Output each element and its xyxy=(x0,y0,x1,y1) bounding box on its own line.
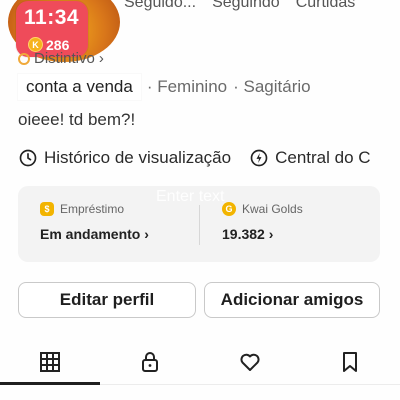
lightning-icon xyxy=(250,149,268,167)
money-bag-icon: $ xyxy=(40,202,54,216)
gold-section[interactable]: G Kwai Golds 19.382 › xyxy=(222,202,303,242)
clock-icon xyxy=(19,149,37,167)
history-link-label: Histórico de visualização xyxy=(44,148,232,167)
gold-value: 19.382 › xyxy=(222,226,274,242)
enter-text-overlay: Enter text xyxy=(156,188,225,205)
tag-gender: · Feminino xyxy=(146,77,228,96)
add-friends-button[interactable]: Adicionar amigos xyxy=(204,282,380,318)
badge-label: Distintivo xyxy=(34,50,95,67)
clock-time: 11:34 xyxy=(24,6,80,29)
profile-page: 11:34 K 286 Seguido... Seguindo Curtidas… xyxy=(0,0,400,400)
chevron-right-icon: › xyxy=(98,50,104,67)
profile-bio: oieee! td bem?! xyxy=(18,110,136,129)
gold-coin-icon: G xyxy=(222,202,236,216)
grid-icon[interactable] xyxy=(38,350,62,374)
loan-label: Empréstimo xyxy=(60,202,125,216)
loan-section[interactable]: $ Empréstimo Em andamento › xyxy=(40,202,149,242)
profile-tab-bar xyxy=(0,340,400,384)
edit-profile-button[interactable]: Editar perfil xyxy=(18,282,196,318)
bookmark-icon[interactable] xyxy=(338,350,362,374)
tag-zodiac: · Sagitário xyxy=(233,77,311,96)
profile-tags: conta a venda · Feminino · Sagitário xyxy=(18,74,311,100)
stat-followers-label[interactable]: Seguido... xyxy=(124,0,196,12)
badge-icon xyxy=(18,52,30,65)
loan-label-row: $ Empréstimo xyxy=(40,202,149,216)
wallet-divider xyxy=(199,205,200,245)
badge-row[interactable]: Distintivo › xyxy=(18,50,104,67)
active-tab-indicator xyxy=(0,382,100,385)
profile-stats-row: Seguido... Seguindo Curtidas xyxy=(124,0,355,12)
stat-likes-label[interactable]: Curtidas xyxy=(296,0,356,12)
history-link[interactable]: Histórico de visualização xyxy=(18,148,231,168)
stat-following-label[interactable]: Seguindo xyxy=(212,0,280,12)
gold-label: Kwai Golds xyxy=(242,202,303,216)
heart-icon[interactable] xyxy=(238,350,262,374)
quick-links-row: Histórico de visualização Central do C xyxy=(18,148,371,168)
lock-icon[interactable] xyxy=(138,350,162,374)
gold-label-row: G Kwai Golds xyxy=(222,202,303,216)
center-link-label: Central do C xyxy=(275,148,371,167)
center-link[interactable]: Central do C xyxy=(249,148,371,168)
tag-sale: conta a venda xyxy=(18,74,141,100)
loan-value: Em andamento › xyxy=(40,226,149,242)
